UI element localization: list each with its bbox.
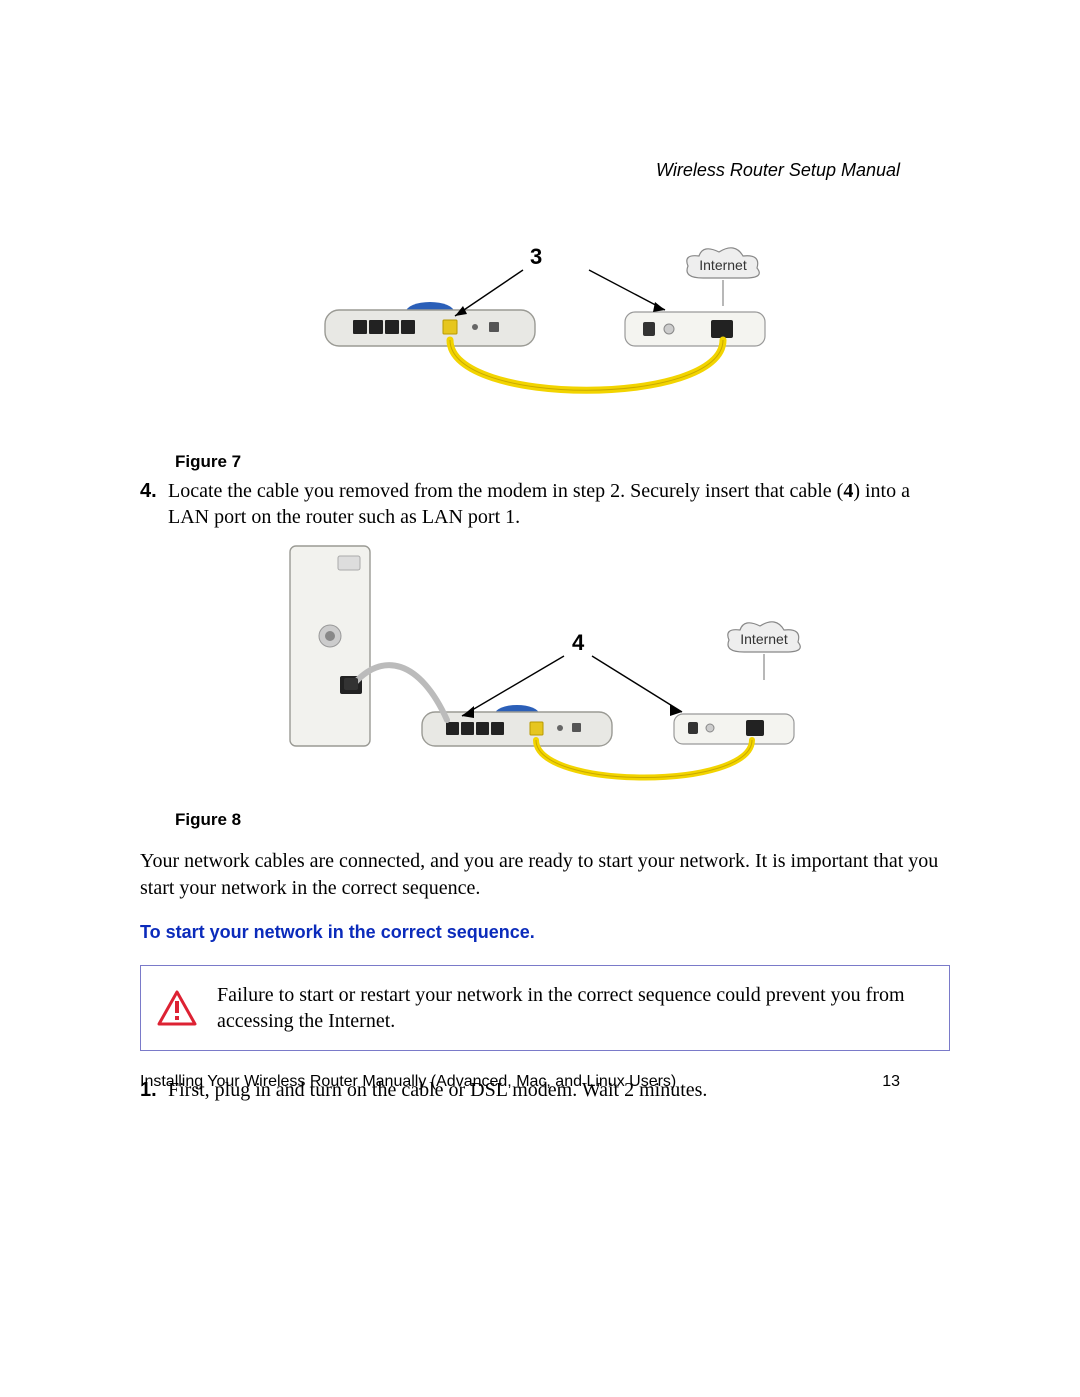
figure-8-caption: Figure 8	[175, 810, 950, 830]
internet-label-2: Internet	[740, 631, 788, 647]
footer-page-number: 13	[882, 1073, 900, 1091]
figure-7-block: Internet	[140, 242, 950, 472]
callout-4: 4	[572, 630, 585, 655]
footer-chapter: Installing Your Wireless Router Manually…	[140, 1073, 676, 1091]
step-4-number: 4.	[140, 478, 168, 504]
body-paragraph: Your network cables are connected, and y…	[140, 848, 950, 902]
running-header: Wireless Router Setup Manual	[656, 160, 900, 181]
callout-3: 3	[530, 244, 542, 269]
page: Wireless Router Setup Manual Internet	[0, 0, 1080, 1397]
step-4-text: Locate the cable you removed from the mo…	[168, 478, 938, 530]
warning-text: Failure to start or restart your network…	[217, 982, 931, 1034]
step-4: 4.Locate the cable you removed from the …	[140, 478, 950, 530]
figure-7-image: Internet	[140, 242, 950, 442]
page-footer: Installing Your Wireless Router Manually…	[140, 1073, 900, 1091]
figure-7-caption: Figure 7	[175, 452, 950, 472]
subheading: To start your network in the correct seq…	[140, 922, 950, 943]
figure-8-block: Internet	[140, 540, 950, 830]
warning-icon	[155, 990, 199, 1026]
warning-box: Failure to start or restart your network…	[140, 965, 950, 1051]
internet-label: Internet	[699, 257, 747, 273]
figure-8-image: Internet	[174, 540, 950, 800]
